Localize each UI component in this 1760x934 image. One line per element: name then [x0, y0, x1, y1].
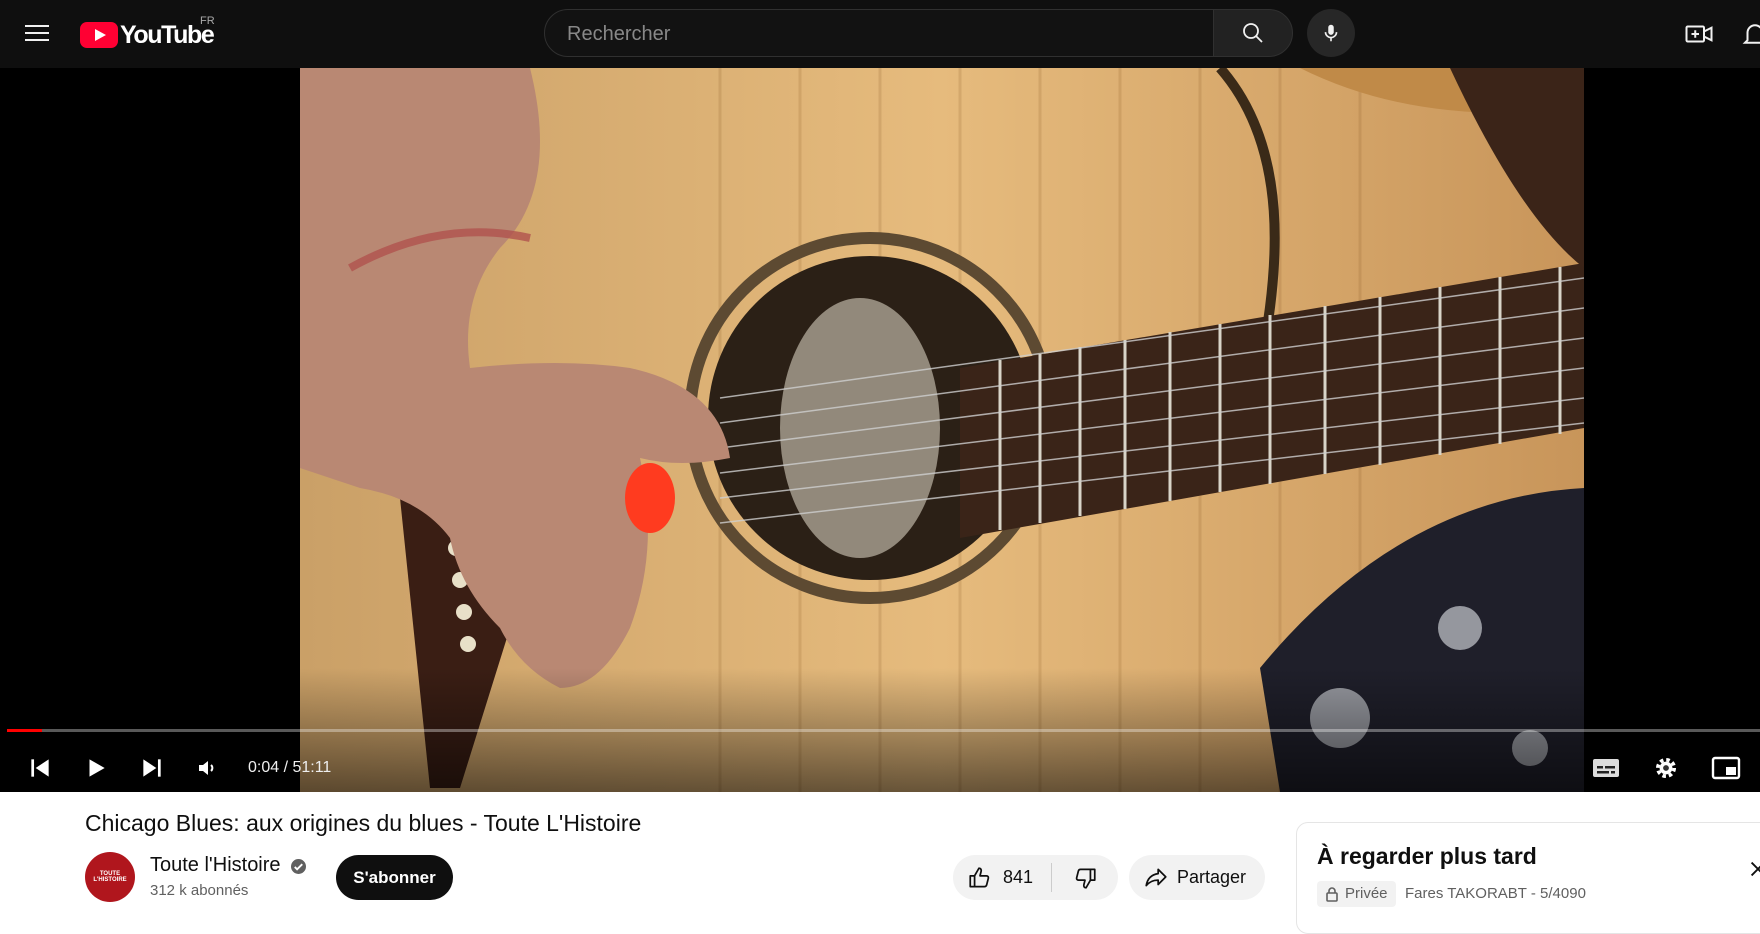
play-icon — [89, 759, 105, 777]
create-icon — [1685, 25, 1713, 43]
subscribe-button[interactable]: S'abonner — [336, 855, 453, 900]
playlist-title[interactable]: À regarder plus tard — [1317, 843, 1537, 870]
notifications-button[interactable] — [1740, 19, 1760, 51]
youtube-logo[interactable]: YouTube — [80, 20, 215, 50]
subtitles-icon — [1593, 759, 1619, 777]
search-button[interactable] — [1213, 9, 1293, 57]
like-icon — [969, 867, 990, 888]
menu-button[interactable] — [20, 20, 54, 48]
miniplayer-icon — [1711, 756, 1741, 780]
menu-icon — [20, 25, 54, 41]
video-player[interactable]: 0:04 / 51:11 — [0, 68, 1760, 792]
like-count: 841 — [1003, 867, 1034, 887]
progress-bar[interactable] — [7, 729, 1760, 732]
verified-icon — [291, 859, 306, 874]
youtube-logo-icon — [80, 22, 118, 48]
microphone-icon — [1324, 24, 1338, 42]
miniplayer-button[interactable] — [1704, 744, 1748, 792]
share-icon — [1145, 868, 1167, 887]
country-code: FR — [200, 15, 215, 27]
search-input[interactable] — [565, 10, 1189, 58]
channel-avatar[interactable]: TOUTE L'HISTOIRE — [85, 852, 135, 902]
settings-button[interactable] — [1644, 744, 1688, 792]
channel-name[interactable]: Toute l'Histoire — [150, 854, 281, 877]
voice-search-button[interactable] — [1307, 9, 1355, 57]
channel-avatar-text: TOUTE L'HISTOIRE — [93, 871, 127, 883]
notifications-icon — [1742, 24, 1760, 44]
previous-button[interactable] — [20, 744, 60, 792]
play-button[interactable] — [76, 744, 116, 792]
settings-icon — [1655, 757, 1677, 779]
like-dislike-group: 841 — [953, 855, 1118, 900]
create-button[interactable] — [1684, 19, 1716, 51]
volume-icon — [199, 761, 214, 775]
subscriber-count: 312 k abonnés — [150, 882, 249, 899]
playlist-owner: Fares TAKORABT - 5/4090 — [1405, 885, 1586, 902]
progress-played — [7, 729, 43, 732]
playlist-panel: À regarder plus tard Privée Fares TAKORA… — [1296, 822, 1760, 934]
share-label: Partager — [1177, 867, 1247, 887]
search-box — [544, 9, 1214, 58]
like-button[interactable]: 841 — [953, 855, 1051, 900]
next-icon — [143, 759, 161, 777]
video-title: Chicago Blues: aux origines du blues - T… — [85, 810, 642, 836]
dislike-button[interactable] — [1052, 855, 1118, 900]
volume-button[interactable] — [188, 744, 228, 792]
next-button[interactable] — [132, 744, 172, 792]
previous-icon — [31, 759, 49, 777]
time-display: 0:04 / 51:11 — [248, 759, 332, 776]
close-icon — [1750, 861, 1760, 877]
privacy-badge: Privée — [1317, 881, 1396, 907]
close-playlist-button[interactable] — [1747, 858, 1760, 882]
masthead: YouTube FR — [0, 0, 1760, 68]
subtitles-button[interactable] — [1584, 744, 1628, 792]
share-button[interactable]: Partager — [1129, 855, 1265, 900]
dislike-icon — [1075, 867, 1096, 889]
privacy-label: Privée — [1345, 885, 1388, 902]
player-controls: 0:04 / 51:11 — [0, 744, 1760, 792]
lock-icon — [1326, 887, 1338, 902]
search-icon — [1243, 23, 1263, 43]
